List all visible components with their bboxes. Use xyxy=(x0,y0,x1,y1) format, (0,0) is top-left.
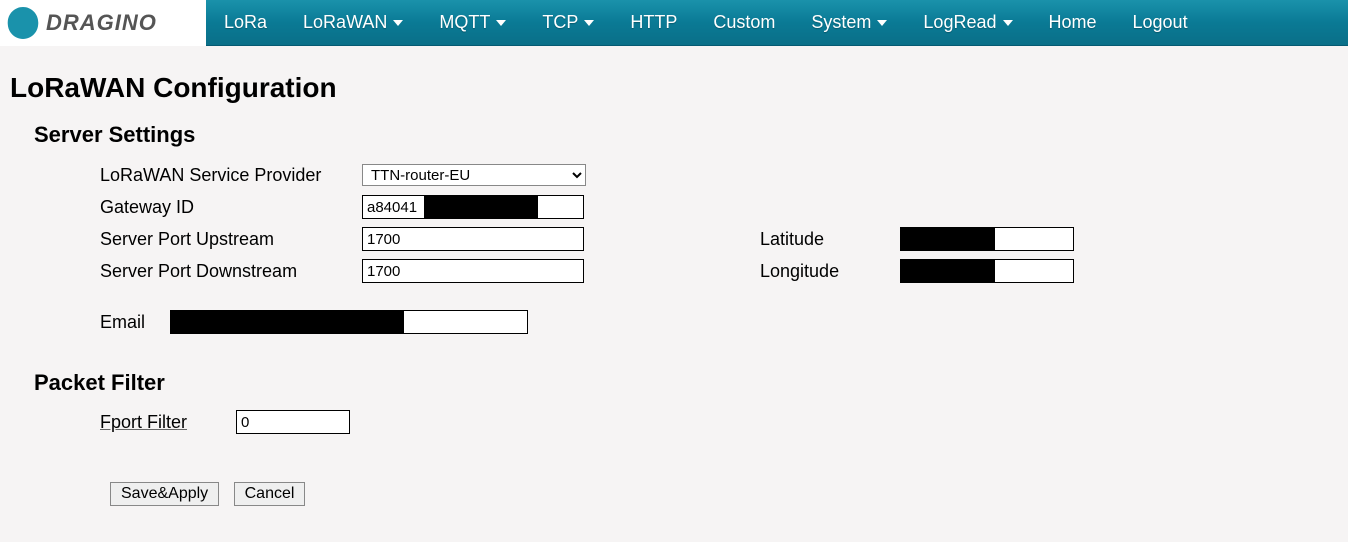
nav-lorawan[interactable]: LoRaWAN xyxy=(285,0,421,46)
page-title: LoRaWAN Configuration xyxy=(10,72,1338,104)
caret-icon xyxy=(496,20,506,26)
caret-icon xyxy=(1003,20,1013,26)
fport-label: Fport Filter xyxy=(100,412,236,433)
nav-system[interactable]: System xyxy=(793,0,905,46)
section-server-settings: Server Settings xyxy=(34,122,1338,148)
downstream-input[interactable] xyxy=(362,259,584,283)
content: LoRaWAN Configuration Server Settings Lo… xyxy=(0,46,1348,536)
nav-home[interactable]: Home xyxy=(1031,0,1115,46)
nav-tcp[interactable]: TCP xyxy=(524,0,612,46)
latitude-label: Latitude xyxy=(760,229,900,250)
redaction-block xyxy=(170,310,404,334)
brand-name: DRAGINO xyxy=(46,10,157,36)
nav-mqtt[interactable]: MQTT xyxy=(421,0,524,46)
provider-select[interactable]: TTN-router-EU xyxy=(362,164,586,186)
caret-icon xyxy=(393,20,403,26)
nav-logout[interactable]: Logout xyxy=(1115,0,1206,46)
nav-lora[interactable]: LoRa xyxy=(206,0,285,46)
brand-logo[interactable]: DRAGINO xyxy=(0,0,206,46)
dragino-logo-icon xyxy=(4,4,42,42)
longitude-label: Longitude xyxy=(760,261,900,282)
upstream-label: Server Port Upstream xyxy=(100,229,362,250)
redaction-block xyxy=(424,196,538,218)
redaction-block xyxy=(901,259,995,283)
nav-items: LoRa LoRaWAN MQTT TCP HTTP Custom System… xyxy=(206,0,1206,46)
navbar: DRAGINO LoRa LoRaWAN MQTT TCP HTTP Custo… xyxy=(0,0,1348,46)
caret-icon xyxy=(584,20,594,26)
caret-icon xyxy=(877,20,887,26)
provider-label: LoRaWAN Service Provider xyxy=(100,165,362,186)
redaction-block xyxy=(901,227,995,251)
gatewayid-label: Gateway ID xyxy=(100,197,362,218)
cancel-button[interactable]: Cancel xyxy=(234,482,306,506)
save-apply-button[interactable]: Save&Apply xyxy=(110,482,219,506)
nav-http[interactable]: HTTP xyxy=(612,0,695,46)
nav-logread[interactable]: LogRead xyxy=(905,0,1030,46)
email-label: Email xyxy=(100,312,170,333)
nav-custom[interactable]: Custom xyxy=(695,0,793,46)
downstream-label: Server Port Downstream xyxy=(100,261,362,282)
section-packet-filter: Packet Filter xyxy=(34,370,1338,396)
upstream-input[interactable] xyxy=(362,227,584,251)
fport-input[interactable] xyxy=(236,410,350,434)
